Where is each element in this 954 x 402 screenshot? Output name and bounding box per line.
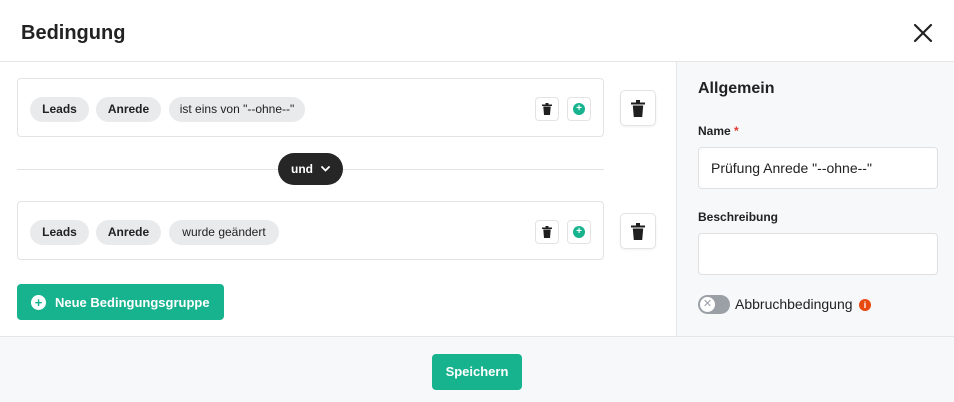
- general-panel: Allgemein Name * Prüfung Anrede "--ohne-…: [676, 62, 954, 336]
- entity-chip[interactable]: Leads: [30, 97, 89, 122]
- condition-editor: Leads Anrede ist eins von "--ohne--" + u…: [0, 62, 676, 336]
- delete-condition-button[interactable]: [535, 220, 559, 244]
- info-icon[interactable]: i: [859, 299, 871, 311]
- required-marker: *: [734, 124, 739, 138]
- save-button[interactable]: Speichern: [432, 354, 522, 390]
- description-field[interactable]: [698, 233, 938, 275]
- abort-condition-label: Abbruchbedingung: [735, 296, 853, 312]
- operator-chip[interactable]: ist eins von "--ohne--": [169, 97, 305, 122]
- new-condition-group-button[interactable]: + Neue Bedingungsgruppe: [17, 284, 224, 320]
- condition-row: Leads Anrede ist eins von "--ohne--" +: [17, 78, 604, 137]
- close-icon: ✕: [700, 297, 715, 312]
- dialog-title: Bedingung: [21, 22, 126, 44]
- panel-title: Allgemein: [698, 80, 775, 97]
- field-chip[interactable]: Anrede: [96, 97, 161, 122]
- add-condition-button[interactable]: +: [567, 97, 591, 121]
- operator-chip[interactable]: wurde geändert: [169, 220, 279, 245]
- delete-group-button[interactable]: [620, 90, 656, 126]
- close-icon[interactable]: [912, 22, 934, 44]
- name-label: Name *: [698, 124, 739, 138]
- plus-circle-icon: +: [31, 294, 46, 310]
- description-label: Beschreibung: [698, 210, 779, 224]
- condition-row: Leads Anrede wurde geändert +: [17, 201, 604, 260]
- trash-icon: [542, 226, 552, 238]
- name-field[interactable]: Prüfung Anrede "--ohne--": [698, 147, 938, 189]
- trash-icon: [631, 99, 645, 117]
- dialog-header: Bedingung: [0, 0, 954, 62]
- entity-chip[interactable]: Leads: [30, 220, 89, 245]
- abort-condition-toggle[interactable]: ✕: [698, 295, 730, 314]
- field-chip[interactable]: Anrede: [96, 220, 161, 245]
- plus-circle-icon: +: [573, 103, 585, 115]
- trash-icon: [542, 103, 552, 115]
- delete-condition-button[interactable]: [535, 97, 559, 121]
- trash-icon: [631, 222, 645, 240]
- dialog-footer: Speichern: [0, 336, 954, 402]
- chevron-down-icon: [321, 166, 330, 172]
- add-condition-button[interactable]: +: [567, 220, 591, 244]
- connector-label: und: [291, 162, 313, 176]
- connector-dropdown[interactable]: und: [278, 153, 343, 185]
- delete-group-button[interactable]: [620, 213, 656, 249]
- plus-circle-icon: +: [573, 226, 585, 238]
- new-group-label: Neue Bedingungsgruppe: [55, 294, 210, 310]
